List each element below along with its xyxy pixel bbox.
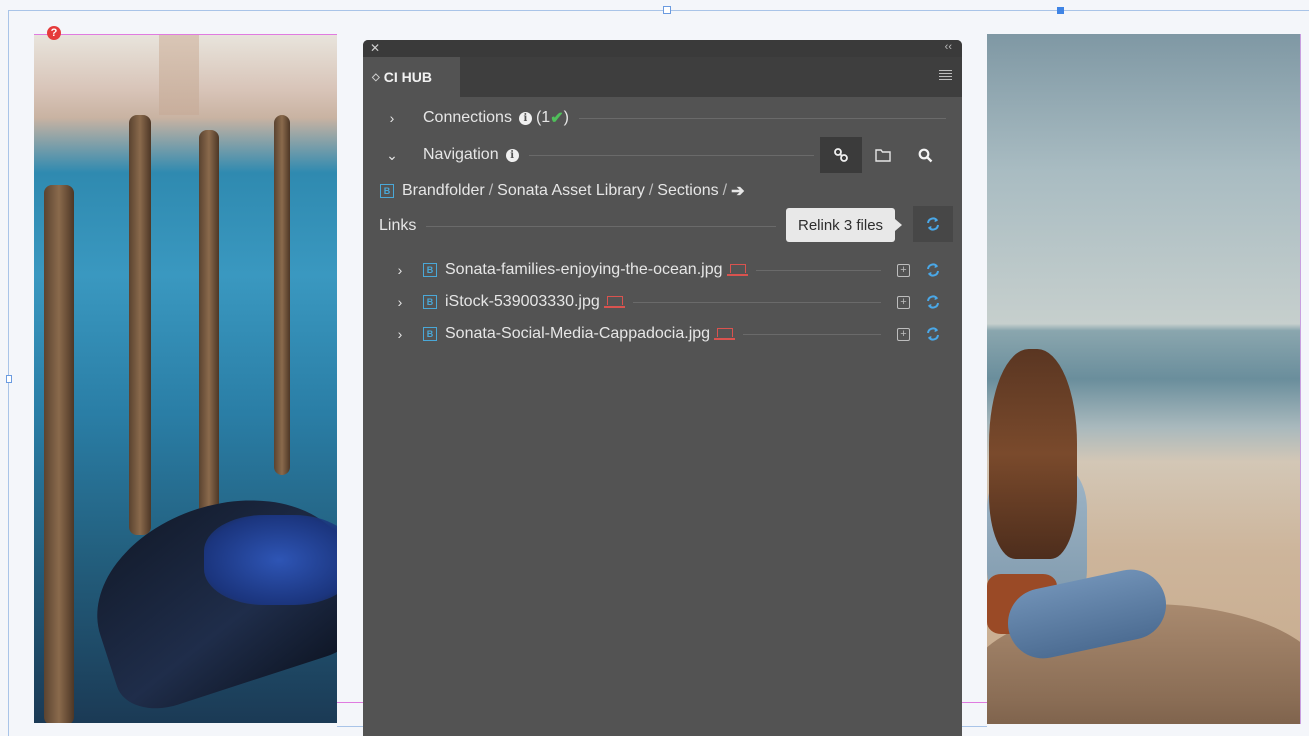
row-divider [755,269,881,271]
connections-count: (1 [535,109,551,126]
breadcrumb-separator: / [648,182,654,199]
sync-icon [927,327,939,341]
connections-label: Connections [423,109,512,126]
breadcrumb: B Brandfolder / Sonata Asset Library / S… [363,179,962,203]
place-icon[interactable]: + [897,263,910,277]
collapse-icon[interactable]: ‹‹ [945,41,952,53]
image-gondola-cover [204,515,337,605]
search-button[interactable] [904,137,946,173]
panel-tabbar: ◇ CI HUB [363,57,962,97]
frame-edge-right [1300,34,1301,724]
chevron-down-icon[interactable]: ⌄ [385,147,399,164]
laptop-icon [726,263,748,276]
list-item[interactable]: › B Sonata-Social-Media-Cappadocia.jpg + [363,319,962,349]
relink-tooltip: Relink 3 files [786,208,903,242]
missing-link-icon[interactable]: ? [47,26,61,40]
arrow-right-icon[interactable]: ➔ [731,181,744,201]
image-tower [159,35,199,115]
image-hair [989,349,1077,559]
file-name[interactable]: iStock-539003330.jpg [445,293,600,311]
tab-label: CI HUB [383,69,432,85]
page-guide-left [8,10,9,736]
folder-button[interactable] [862,137,904,173]
image-pole [44,185,74,723]
beach-image-frame[interactable] [987,34,1300,724]
links-label: Links [379,217,417,234]
frame-handle-left[interactable] [6,375,12,383]
file-name[interactable]: Sonata-Social-Media-Cappadocia.jpg [445,325,710,343]
venice-image-frame[interactable] [34,35,337,723]
sync-icon [927,295,939,309]
ci-hub-panel: ✕ ‹‹ ◇ CI HUB › Connections i (1 ✔ ) ⌄ N… [363,40,962,736]
link-icon [834,148,848,162]
relink-button[interactable] [918,319,948,349]
close-icon[interactable]: ✕ [370,41,380,55]
panel-menu-icon[interactable] [939,70,952,82]
connections-close-paren: ) [563,109,569,126]
info-icon[interactable]: i [505,148,519,162]
tab-toggle-icon: ◇ [372,71,380,83]
tab-ci-hub[interactable]: ◇ CI HUB [363,57,460,97]
chevron-right-icon[interactable]: › [385,110,399,126]
section-divider [528,154,814,156]
sync-icon [927,263,939,277]
page-guide-top [8,10,1309,11]
breadcrumb-separator: / [488,182,494,199]
place-icon[interactable]: + [897,327,910,341]
list-item[interactable]: › B iStock-539003330.jpg + [363,287,962,317]
navigation-row: ⌄ Navigation i [363,137,962,173]
breadcrumb-separator: / [722,182,728,199]
brandfolder-icon: B [380,184,394,198]
relink-all-button[interactable] [913,206,953,242]
link-button[interactable] [820,137,862,173]
row-divider [632,301,881,303]
folder-icon [875,149,891,162]
section-divider [578,117,946,119]
connections-row[interactable]: › Connections i (1 ✔ ) [363,103,962,133]
relink-button[interactable] [918,287,948,317]
sync-icon [927,217,939,231]
navigation-label: Navigation [423,146,499,163]
image-pole [274,115,290,475]
info-icon[interactable]: i [518,111,532,125]
frame-handle-top[interactable] [663,6,671,14]
chevron-right-icon[interactable]: › [393,294,407,310]
chevron-right-icon[interactable]: › [393,326,407,342]
brandfolder-icon: B [423,263,437,277]
checkmark-icon: ✔ [550,110,564,127]
laptop-icon [714,327,736,340]
search-icon [918,148,932,162]
section-divider [426,225,777,227]
file-name[interactable]: Sonata-families-enjoying-the-ocean.jpg [445,261,723,279]
frame-handle-selected[interactable] [1057,7,1064,14]
chevron-right-icon[interactable]: › [393,262,407,278]
image-pole [129,115,151,535]
relink-button[interactable] [918,255,948,285]
brandfolder-icon: B [423,295,437,309]
breadcrumb-item[interactable]: Sections [657,182,718,200]
breadcrumb-item[interactable]: Sonata Asset Library [497,182,645,200]
brandfolder-icon: B [423,327,437,341]
laptop-icon [603,295,625,308]
list-item[interactable]: › B Sonata-families-enjoying-the-ocean.j… [363,255,962,285]
panel-titlebar[interactable]: ✕ ‹‹ [363,40,962,57]
place-icon[interactable]: + [897,295,910,309]
breadcrumb-item[interactable]: Brandfolder [402,182,485,200]
row-divider [743,333,881,335]
